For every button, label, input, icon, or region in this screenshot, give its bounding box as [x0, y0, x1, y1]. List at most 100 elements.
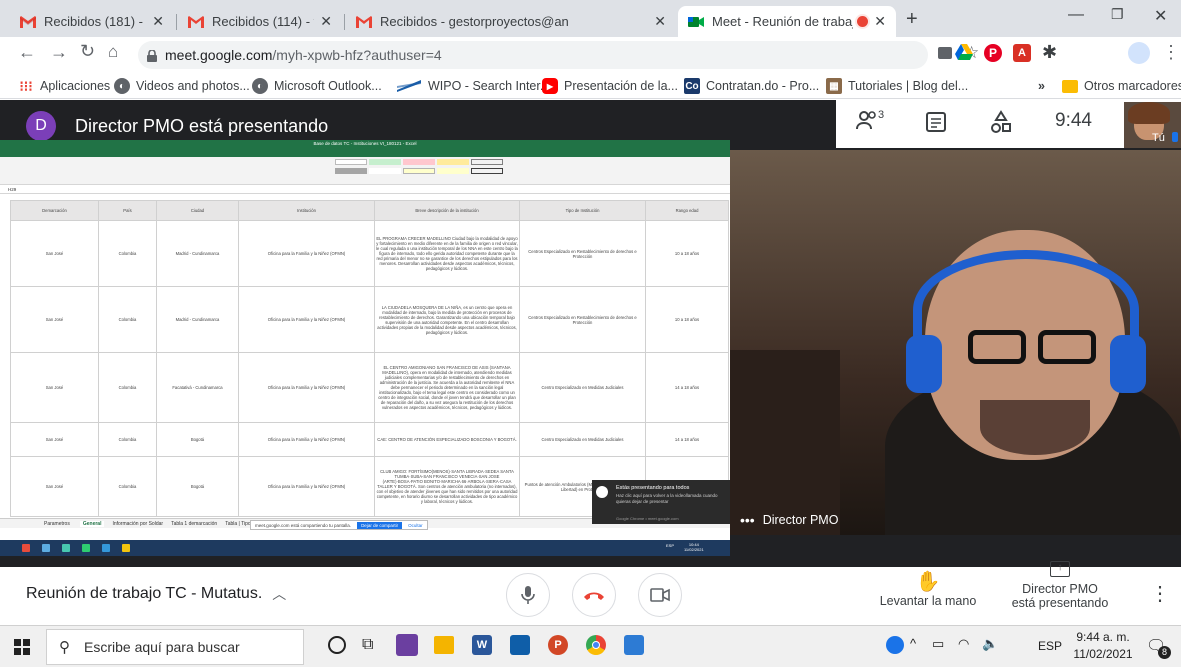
presenting-toast[interactable]: Estás presentando para todos Haz clic aq…	[592, 480, 730, 524]
tray-chevron-icon[interactable]: ^	[910, 636, 916, 651]
close-tab-icon[interactable]: ✕	[152, 13, 164, 30]
reload-button[interactable]: ↻	[80, 41, 95, 62]
bookmark-label: Presentación de la...	[564, 79, 678, 93]
close-window-button[interactable]: ✕	[1154, 6, 1167, 26]
close-tab-icon[interactable]: ✕	[320, 13, 332, 30]
word-icon[interactable]: W	[472, 635, 492, 655]
bookmark-videos[interactable]: ◐ Videos and photos...	[114, 77, 250, 95]
forward-button[interactable]: →	[50, 42, 68, 63]
share-notice-text: meet.google.com está compartiendo tu pan…	[255, 522, 352, 528]
sheet-tab[interactable]: Tabla 1 demarcación	[171, 521, 217, 527]
help-icon[interactable]	[886, 636, 904, 654]
teams-icon[interactable]	[624, 635, 644, 655]
globe-icon: ◐	[252, 78, 268, 94]
browser-tab-3[interactable]: Recibidos - gestorproyectos@an ✕	[346, 6, 676, 37]
sheet-tab-active[interactable]: General	[79, 520, 105, 527]
search-placeholder: Escribe aquí para buscar	[84, 639, 240, 655]
excel-menu	[0, 148, 730, 157]
profile-avatar[interactable]	[1128, 42, 1150, 64]
bookmark-tutoriales[interactable]: ▦ Tutoriales | Blog del...	[826, 77, 968, 95]
drive-extension-icon[interactable]	[955, 44, 973, 62]
bookmark-label: Aplicaciones	[40, 79, 111, 93]
wifi-icon[interactable]: ◠	[958, 636, 969, 652]
headset-ear-right	[1110, 335, 1146, 393]
screen: Recibidos (181) - ybetancurs@m ✕ Recibid…	[0, 0, 1181, 667]
windows-start-icon[interactable]	[14, 639, 30, 655]
stop-sharing-button[interactable]: Dejar de compartir	[357, 521, 403, 529]
chrome-taskbar-icon[interactable]	[586, 635, 606, 655]
bookmark-youtube[interactable]: ▶ Presentación de la...	[542, 77, 678, 95]
address-bar[interactable]: meet.google.com/myh-xpwb-hfz?authuser=4 …	[138, 41, 979, 69]
windows-taskbar: ⚲ Escribe aquí para buscar ⧉ W P ^ ▭ ◠ 🔈…	[0, 625, 1181, 667]
volume-icon[interactable]: 🔈	[982, 636, 998, 652]
browser-tab-meet[interactable]: Meet - Reunión de trabajo T ✕	[678, 6, 896, 37]
leave-call-button[interactable]	[572, 573, 616, 617]
battery-icon[interactable]: ▭	[932, 636, 944, 652]
more-options-icon[interactable]: •••	[740, 512, 755, 528]
globe-icon: ◐	[114, 78, 130, 94]
pinterest-extension-icon[interactable]: P	[984, 44, 1002, 62]
camera-icon[interactable]	[938, 47, 952, 59]
back-button[interactable]: ←	[18, 42, 36, 63]
toast-title: Estás presentando para todos	[616, 485, 690, 491]
raise-hand-button[interactable]: ✋ Levantar la mano	[872, 569, 984, 608]
gmail-icon	[20, 14, 36, 30]
restore-button[interactable]: ❐	[1111, 6, 1124, 23]
presenting-button[interactable]: ↑ Director PMO está presentando	[1004, 561, 1116, 610]
other-bookmarks[interactable]: Otros marcadores	[1062, 77, 1181, 95]
table-row: San José Colombia Madrid - Cundinamarca Ofi…	[10, 220, 729, 287]
file-explorer-icon[interactable]	[434, 636, 454, 654]
browser-tab-2[interactable]: Recibidos (114) - ybetancurs@m ✕	[178, 6, 342, 37]
bookmark-apps[interactable]: ⁝⁝⁝ Aplicaciones	[18, 77, 110, 95]
participants-button[interactable]: 3	[856, 109, 884, 130]
contratan-icon: Co	[684, 78, 700, 94]
style-notes	[437, 168, 469, 174]
activities-button[interactable]	[990, 110, 1012, 139]
bookmark-contratan[interactable]: Co Contratan.do - Pro...	[684, 77, 819, 95]
more-options-button[interactable]: ⋮	[1150, 581, 1170, 606]
chat-button[interactable]	[926, 112, 946, 137]
sheet-tab[interactable]: Parametros	[44, 521, 70, 527]
home-button[interactable]: ⌂	[108, 42, 118, 62]
browser-tab-1[interactable]: Recibidos (181) - ybetancurs@m ✕	[10, 6, 174, 37]
powerpoint-icon[interactable]: P	[548, 635, 568, 655]
raise-hand-icon: ✋	[915, 571, 941, 593]
shared-taskbar-app	[62, 544, 70, 552]
pdf-extension-icon[interactable]: A	[1013, 44, 1031, 62]
chrome-menu-icon[interactable]: ⋮	[1162, 42, 1180, 63]
shared-taskbar-app	[122, 544, 130, 552]
url-domain: meet.google.com	[165, 47, 273, 63]
meeting-details-button[interactable]: Reunión de trabajo TC - Mutatus. ︿	[26, 584, 286, 604]
app-icon[interactable]	[396, 634, 418, 656]
language-indicator[interactable]: ESP	[1038, 639, 1062, 653]
sheet-tab[interactable]: Información por Soldar	[112, 521, 163, 527]
bookmark-outlook[interactable]: ◐ Microsoft Outlook...	[252, 77, 382, 95]
task-view-icon[interactable]: ⧉	[362, 636, 373, 654]
present-icon: ↑	[1050, 561, 1070, 577]
col-header: Rango edad	[645, 200, 729, 221]
meet-icon	[688, 14, 704, 30]
mail-icon[interactable]	[510, 635, 530, 655]
system-clock[interactable]: 9:44 a. m. 11/02/2021	[1070, 629, 1136, 663]
style-calc	[471, 159, 503, 165]
self-view-label: Tú	[1152, 132, 1165, 144]
taskbar-search-box[interactable]: ⚲ Escribe aquí para buscar	[46, 629, 304, 665]
style-output	[471, 168, 503, 174]
hide-notice-button[interactable]: Ocultar	[408, 523, 423, 528]
self-view-tile[interactable]: Tú	[1124, 102, 1181, 148]
toast-source: Google Chrome • meet.google.com	[616, 516, 679, 521]
cortana-icon[interactable]	[328, 636, 346, 654]
col-header: Demarcación	[10, 200, 99, 221]
shared-screen: Base de datos TC - Instituciones VI_1801…	[0, 140, 730, 556]
minimize-button[interactable]: —	[1068, 6, 1084, 24]
extensions-puzzle-icon[interactable]: ✱	[1042, 42, 1057, 63]
microphone-button[interactable]	[506, 573, 550, 617]
bookmarks-overflow-button[interactable]: »	[1038, 77, 1045, 95]
close-tab-icon[interactable]: ✕	[654, 13, 666, 30]
participant-video-tile[interactable]: ••• Director PMO	[730, 150, 1181, 535]
close-tab-icon[interactable]: ✕	[874, 13, 886, 30]
camera-button[interactable]	[638, 573, 682, 617]
share-notice-bar: meet.google.com está compartiendo tu pan…	[250, 520, 428, 530]
new-tab-button[interactable]: +	[906, 8, 918, 31]
bookmark-wipo[interactable]: WIPO - Search Inter...	[396, 77, 550, 95]
